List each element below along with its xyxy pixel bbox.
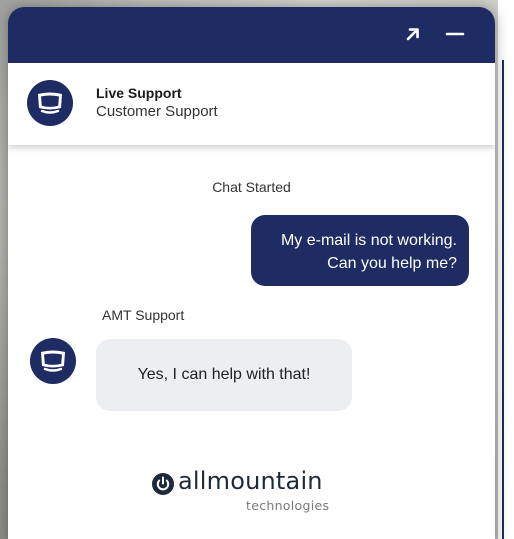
agent-name: Live Support bbox=[96, 85, 182, 101]
widget-titlebar bbox=[8, 7, 495, 63]
expand-icon[interactable] bbox=[400, 21, 426, 47]
agent-sender-label: AMT Support bbox=[102, 307, 185, 323]
page-scrollbar bbox=[498, 0, 514, 539]
agent-role: Customer Support bbox=[96, 103, 218, 120]
user-message-bubble: My e-mail is not working. Can you help m… bbox=[251, 215, 469, 286]
agent-header: Live Support Customer Support bbox=[8, 63, 495, 145]
chat-status: Chat Started bbox=[212, 179, 291, 195]
brand-name: allmountain bbox=[178, 467, 323, 495]
chat-widget: Live Support Customer Support Chat Start… bbox=[8, 7, 495, 539]
minimize-icon[interactable] bbox=[442, 21, 468, 47]
brand-logo: allmountain technologies bbox=[151, 467, 361, 517]
monitor-icon bbox=[27, 80, 73, 126]
chat-transcript: Chat Started My e-mail is not working. C… bbox=[8, 145, 495, 539]
brand-tagline: technologies bbox=[246, 498, 330, 513]
agent-message-bubble: Yes, I can help with that! bbox=[96, 339, 352, 411]
power-icon bbox=[151, 472, 175, 496]
monitor-icon bbox=[30, 338, 76, 384]
